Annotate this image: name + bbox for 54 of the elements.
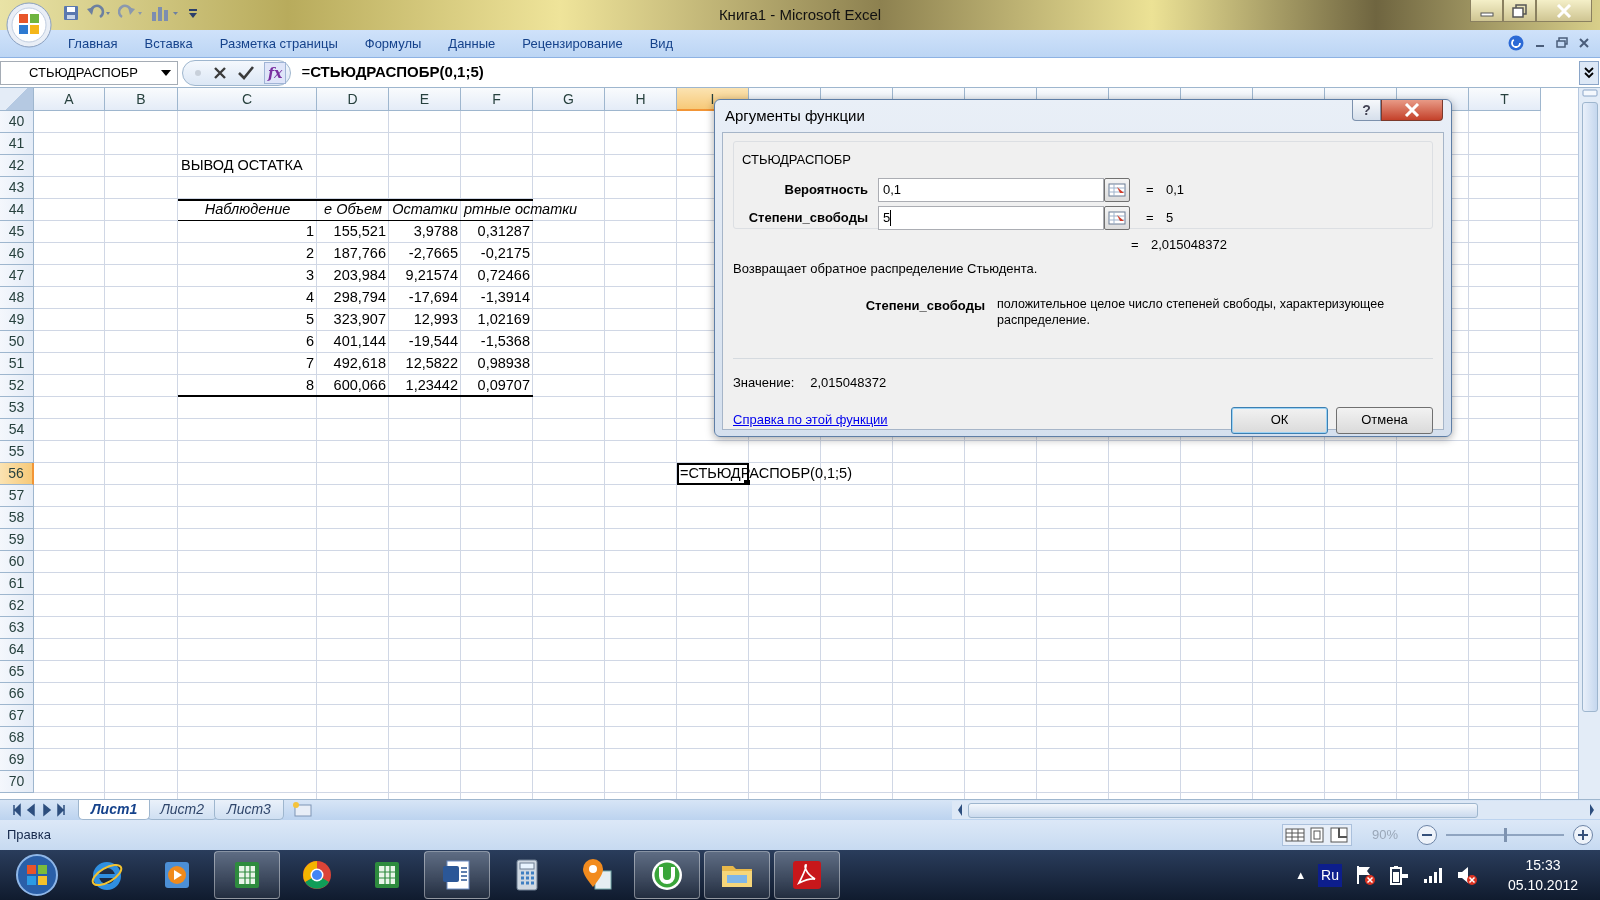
cell-text: 492,618 (333, 355, 386, 371)
cell-text: 1 (305, 223, 314, 239)
argument-help-text: положительное целое число степеней свободы, характеризующее распределение. (997, 296, 1386, 328)
cell-text: 600,066 (333, 377, 386, 393)
function-description: Возвращает обратное распределение Стьюдента. (733, 260, 1038, 276)
equals-sign: = (1146, 208, 1155, 227)
cell-text: 187,766 (333, 245, 386, 261)
cell-text: ртные остатки (464, 201, 578, 217)
cell-text: ВЫВОД ОСТАТКА (181, 157, 303, 173)
cell-text: е Объем (324, 201, 382, 217)
cell-text: 12,5822 (405, 355, 458, 371)
cell-text: 155,521 (333, 223, 386, 239)
cell-text: -1,5368 (480, 333, 530, 349)
cell-text: 0,09707 (477, 377, 530, 393)
zoom-level: 90% (1371, 826, 1398, 845)
argument-label: Степени_свободы (747, 208, 869, 227)
status-mode: Правка (7, 826, 51, 845)
function-name: СТЬЮДРАСПОБР (742, 151, 852, 169)
cell-text: 203,984 (333, 267, 386, 283)
cell-text: 298,794 (333, 289, 386, 305)
cell-text: 1,02169 (477, 311, 530, 327)
cell-text: 8 (305, 377, 314, 393)
cell-text: 12,993 (413, 311, 458, 327)
value-label: Значение: (733, 374, 795, 392)
cell-text: 4 (305, 289, 314, 305)
window-title: Книга1 - Microsoft Excel (718, 5, 882, 25)
cell-text: Остатки (392, 201, 458, 217)
cell-text: -1,3914 (480, 289, 530, 305)
equals-sign: = (1131, 236, 1140, 254)
argument-help-label: Степени_свободы (864, 297, 986, 315)
cell-text: -17,694 (408, 289, 458, 305)
cell-text: 401,144 (333, 333, 386, 349)
argument-result: 5 (1166, 208, 1174, 227)
cell-text: 6 (305, 333, 314, 349)
formula-value: 2,015048372 (810, 374, 887, 392)
argument-label: Вероятность (783, 180, 869, 199)
argument-result: 0,1 (1166, 180, 1185, 199)
cell-text: 1,23442 (405, 377, 458, 393)
cell-text: 2 (305, 245, 314, 261)
cell-text: 3 (305, 267, 314, 283)
cell-text: -2,7665 (408, 245, 458, 261)
cell-text: -0,2175 (480, 245, 530, 261)
equals-sign: = (1146, 180, 1155, 199)
cell-text: Наблюдение (204, 201, 291, 217)
cell-text: 7 (305, 355, 314, 371)
cell-text: 0,98938 (477, 355, 530, 371)
cell-text: 323,907 (333, 311, 386, 327)
cell-text: -19,544 (408, 333, 458, 349)
function-result: 2,015048372 (1151, 236, 1227, 254)
cell-text: 9,21574 (405, 267, 458, 283)
cell-text: 3,9788 (413, 223, 458, 239)
cell-text: 0,72466 (477, 267, 530, 283)
cell-text: 0,31287 (477, 223, 530, 239)
cell-text: 5 (305, 311, 314, 327)
